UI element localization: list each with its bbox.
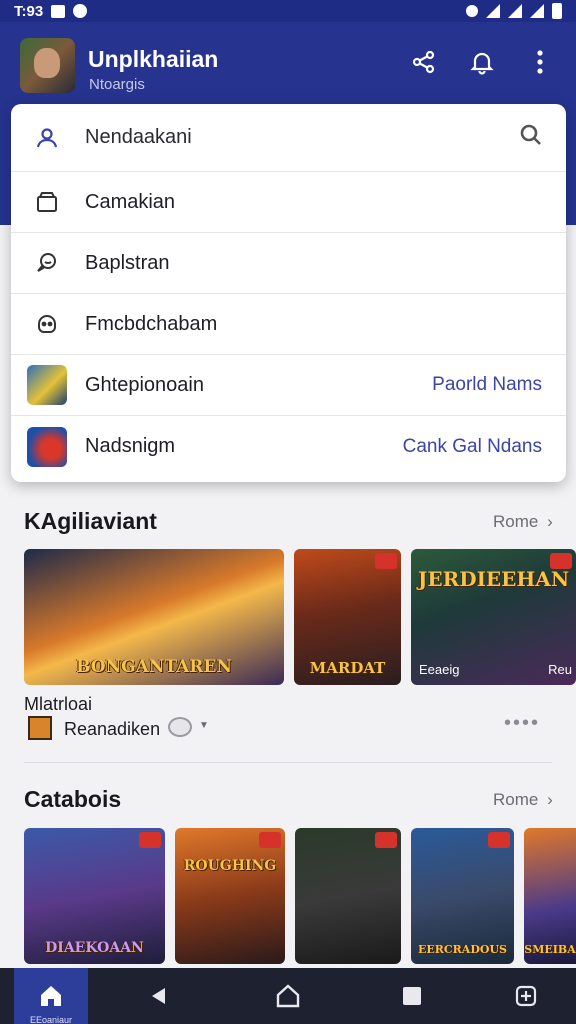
section-title-2: Catabois xyxy=(24,786,122,812)
chevron-right-icon: › xyxy=(547,790,553,809)
status-time: T:93 xyxy=(14,2,44,20)
menu-item[interactable]: Baplstran xyxy=(11,233,566,294)
menu-item-label: Baplstran xyxy=(85,251,170,274)
home-outline-icon[interactable] xyxy=(274,982,302,1010)
feature-title: Mlatrloai xyxy=(24,694,93,714)
chevron-right-icon: › xyxy=(547,512,553,531)
game-card[interactable] xyxy=(295,828,401,964)
menu-item-label: Nadsnigm xyxy=(85,435,176,457)
game-card[interactable]: SMEIBA xyxy=(524,828,576,964)
game-card[interactable]: BONGANTAREN xyxy=(24,549,284,685)
section-divider xyxy=(24,762,552,763)
game-thumb-icon xyxy=(27,365,67,405)
game-card-caption: SMEIBA xyxy=(524,943,576,956)
signal-icon xyxy=(508,4,522,18)
badge-icon xyxy=(375,553,397,569)
sync-icon xyxy=(73,4,88,18)
back-icon[interactable] xyxy=(145,982,173,1010)
share-icon[interactable] xyxy=(410,48,438,76)
toggle-icon[interactable] xyxy=(168,717,192,737)
game-card-footer-right: Reu xyxy=(548,662,572,677)
menu-item-right-link[interactable]: Cank Gal Ndans xyxy=(403,436,542,458)
nav-active-label: EEoaniaur xyxy=(29,1015,73,1024)
menu-item[interactable]: Ghtepionoain Paorld Nams xyxy=(11,355,566,416)
game-card-caption: EERCRADOUS xyxy=(418,943,507,956)
face-icon xyxy=(27,304,67,344)
menu-search-row[interactable]: Nendaakani xyxy=(11,104,566,172)
game-card[interactable]: MARDAT xyxy=(294,549,401,685)
game-card-caption: DIAEKOAAN xyxy=(45,940,144,956)
game-card[interactable]: JERDIEEHAN Eeaeig Reu xyxy=(411,549,576,685)
feature-author: Reanadiken xyxy=(64,719,161,739)
rotate-icon[interactable] xyxy=(512,982,540,1010)
game-card-footer-left: Eeaeig xyxy=(419,662,460,677)
search-icon[interactable] xyxy=(518,122,544,154)
app-avatar[interactable] xyxy=(20,38,75,93)
menu-item-label: Ghtepionoain xyxy=(85,373,204,396)
game-card-caption: MARDAT xyxy=(309,659,386,677)
app-subtitle: Ntoargis xyxy=(89,76,145,93)
wifi-icon xyxy=(486,4,500,18)
battery-icon xyxy=(552,3,562,19)
section-2-more-link[interactable]: Rome › xyxy=(493,790,553,810)
home-icon[interactable] xyxy=(37,982,65,1010)
menu-search-input[interactable]: Nendaakani xyxy=(85,126,192,149)
section-1-more-link[interactable]: Rome › xyxy=(493,512,553,532)
recents-icon[interactable] xyxy=(398,982,426,1010)
game-card[interactable]: DIAEKOAAN xyxy=(24,828,165,964)
badge-icon xyxy=(488,832,510,848)
game-thumb-icon xyxy=(27,426,67,467)
more-link-label: Rome xyxy=(493,512,539,531)
bell-icon[interactable] xyxy=(468,48,496,76)
menu-item[interactable]: Fmcbdchabam xyxy=(11,294,566,355)
badge-icon xyxy=(259,832,281,848)
game-card-caption: JERDIEEHAN xyxy=(417,567,570,591)
game-card[interactable]: ROUGHING xyxy=(175,828,285,964)
more-link-label: Rome xyxy=(493,790,539,809)
menu-item[interactable]: Nadsnigm Cank Gal Ndans xyxy=(11,416,566,477)
dropdown-menu: Nendaakani Camakian Baplstran Fmcbdchaba… xyxy=(11,104,566,482)
menu-item[interactable]: Camakian xyxy=(11,172,566,233)
game-card[interactable]: EERCRADOUS xyxy=(411,828,514,964)
status-bar: T:93 xyxy=(0,0,576,22)
bottom-nav: EEoaniaur xyxy=(0,968,576,1024)
app-title: Unplkhaiian xyxy=(88,46,219,72)
game-logo-icon xyxy=(28,716,52,740)
chat-icon xyxy=(27,243,67,283)
badge-icon xyxy=(375,832,397,848)
menu-item-right-link[interactable]: Paorld Nams xyxy=(432,374,542,396)
location-icon xyxy=(466,5,478,17)
badge-icon xyxy=(139,832,161,848)
signal-2-icon xyxy=(530,4,544,18)
more-horizontal-icon[interactable]: •••• xyxy=(504,712,540,735)
menu-item-label: Fmcbdchabam xyxy=(85,312,218,335)
box-icon xyxy=(27,182,67,222)
game-card-caption: BONGANTAREN xyxy=(76,657,232,677)
more-vertical-icon[interactable] xyxy=(526,48,554,76)
game-card-caption: ROUGHING xyxy=(183,858,277,874)
section-title-1: KAgiliaviant xyxy=(24,508,157,534)
menu-item-label: Camakian xyxy=(85,190,176,213)
user-icon xyxy=(27,118,67,158)
chevron-down-icon[interactable]: ▼ xyxy=(199,720,209,731)
mail-icon xyxy=(51,4,66,18)
